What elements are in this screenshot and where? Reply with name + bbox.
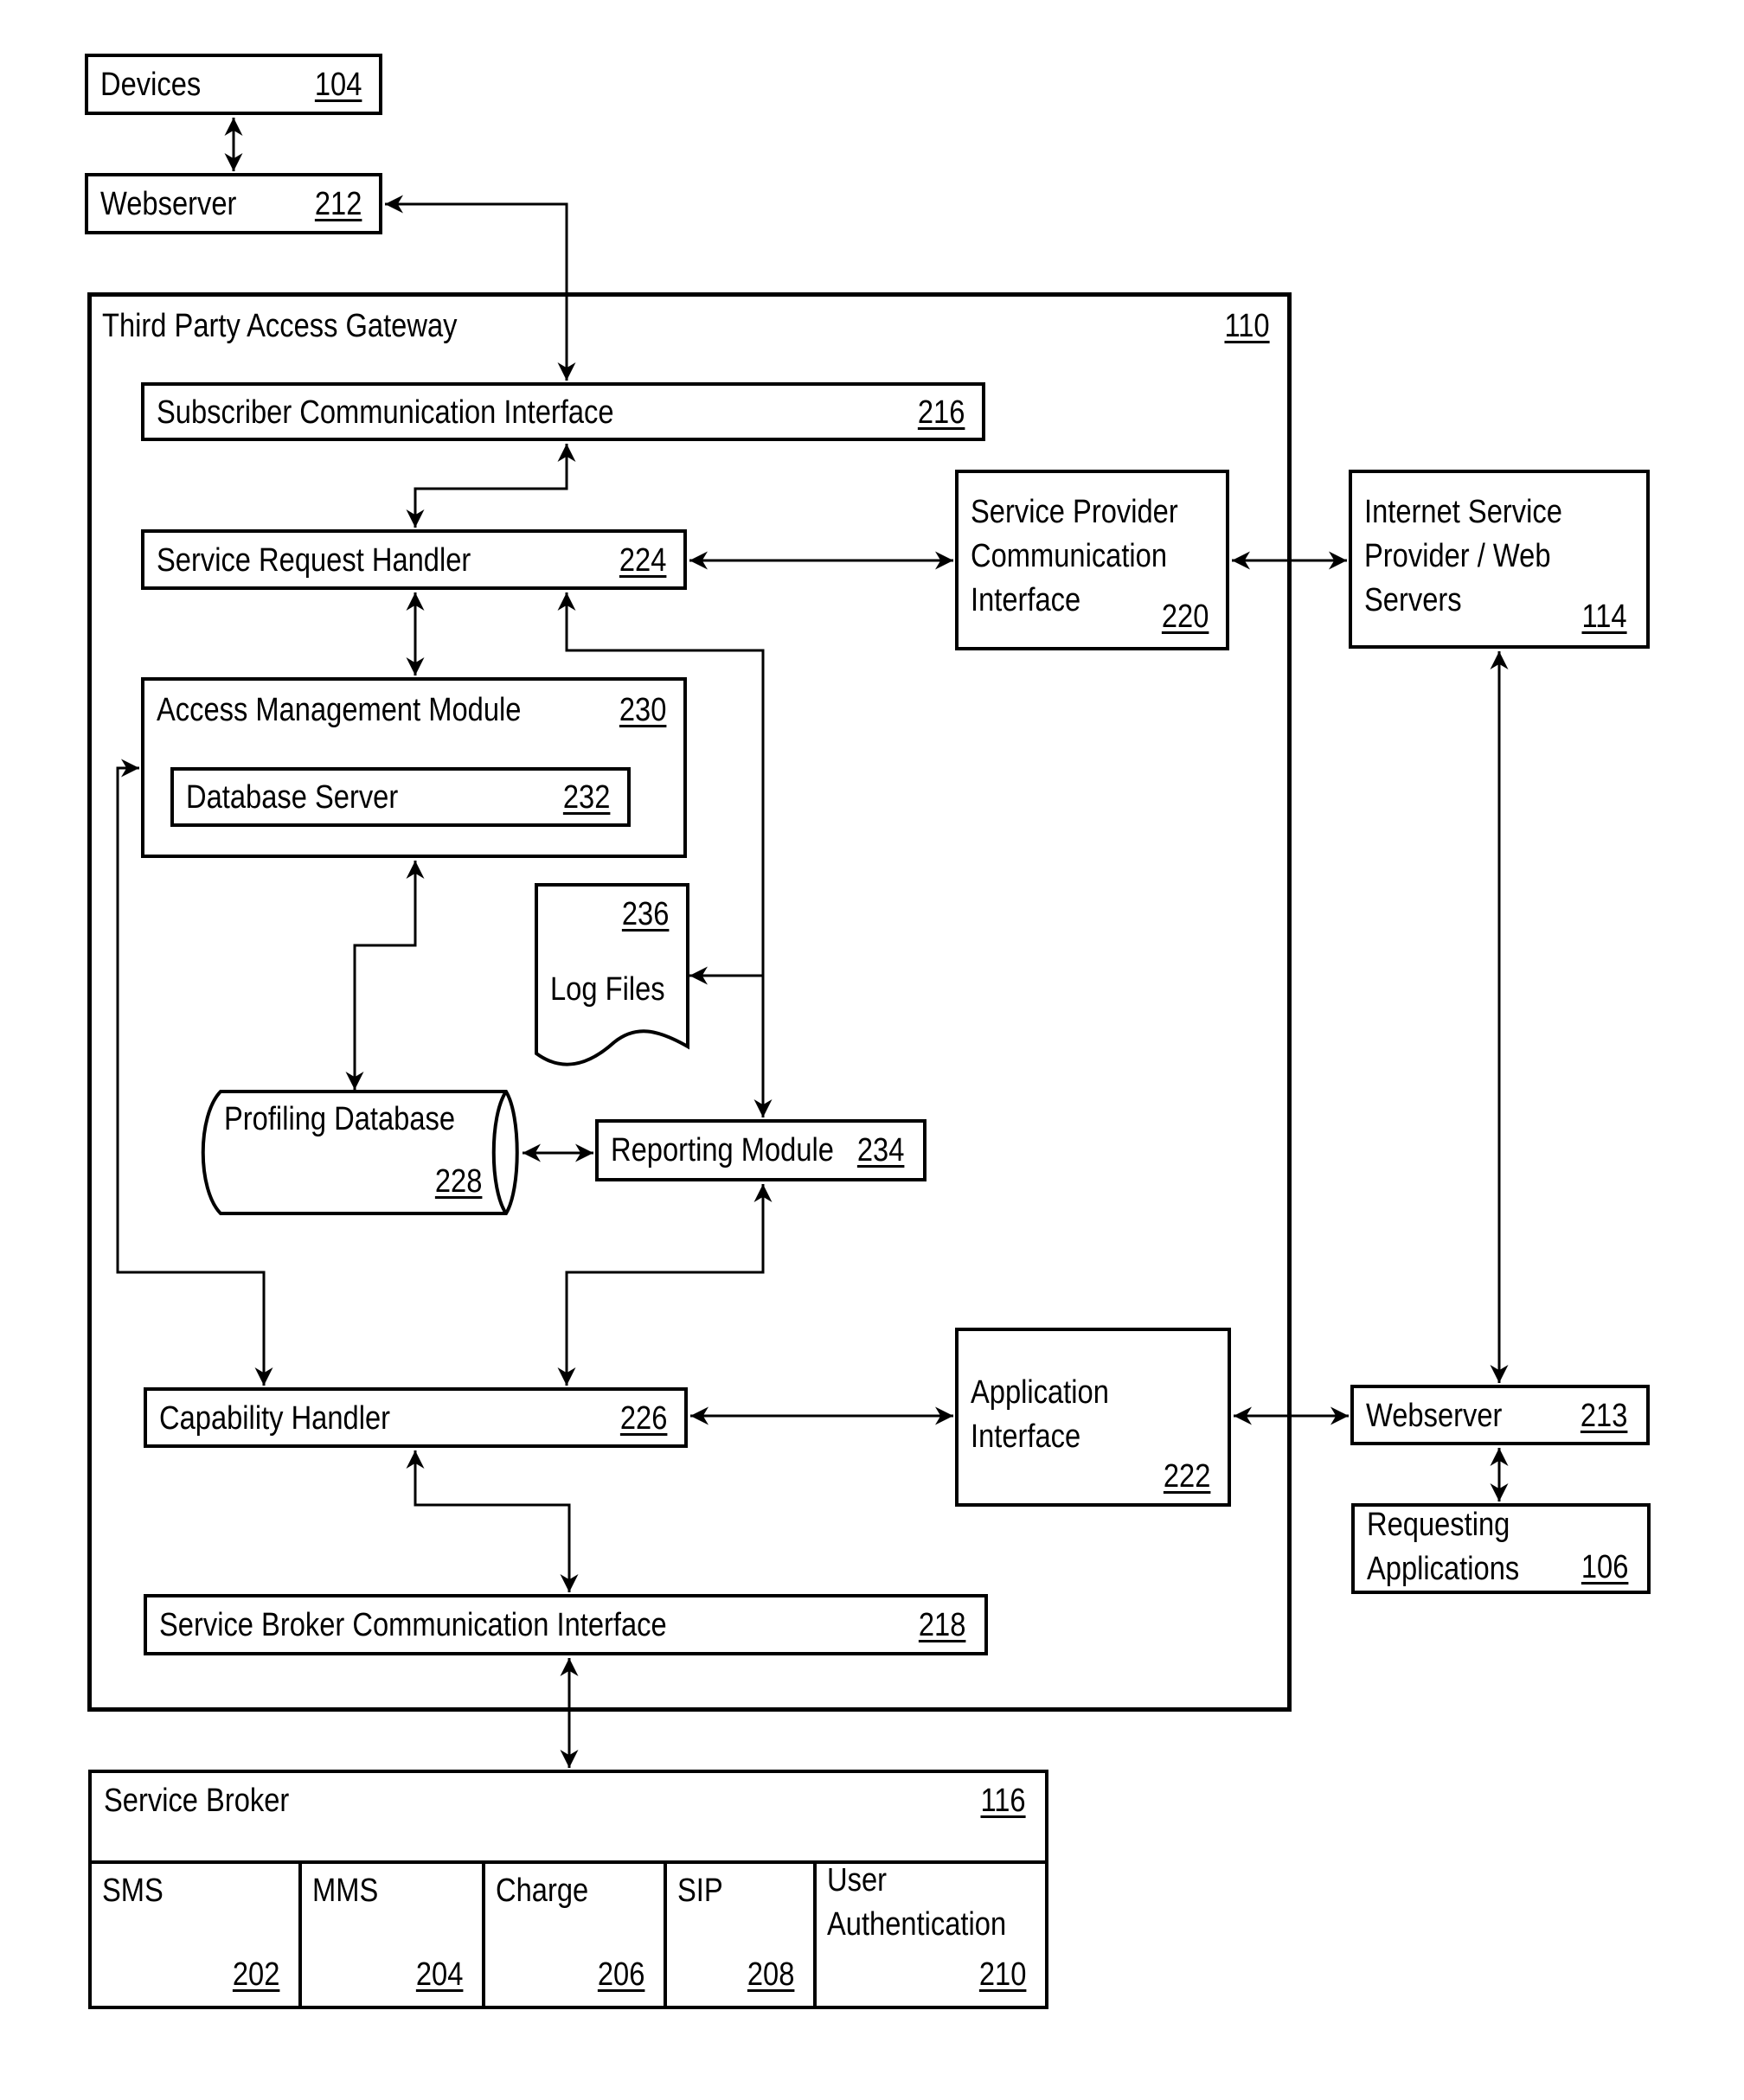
db-server-label: Database Server xyxy=(186,779,399,816)
access-management-module: Access Management Module 230 Database Se… xyxy=(141,677,687,858)
service-broker-ref: 116 xyxy=(980,1783,1026,1819)
profiling-db-ref: 228 xyxy=(434,1163,482,1200)
requesting-applications: Requesting Applications 106 xyxy=(1351,1503,1651,1594)
component-charge-label: Charge xyxy=(496,1873,589,1909)
reporting-module: Reporting Module 234 xyxy=(595,1119,926,1181)
subscriber-ci-ref: 216 xyxy=(917,394,965,431)
service-provider-communication-interface: Service Provider Communication Interface… xyxy=(955,470,1229,650)
component-sms-ref: 202 xyxy=(232,1956,279,1993)
gateway-ref: 110 xyxy=(1224,308,1270,344)
amm-ref: 230 xyxy=(619,692,666,728)
isp-ref: 114 xyxy=(1581,599,1627,635)
gateway-label: Third Party Access Gateway xyxy=(102,308,458,344)
service-broker-components: SMS 202 MMS 204 Charge 206 SIP 208 User … xyxy=(92,1860,1045,2009)
component-charge: Charge 206 xyxy=(482,1864,664,2009)
devices-box: Devices 104 xyxy=(85,54,382,115)
component-user-auth-ref: 210 xyxy=(978,1956,1026,1993)
component-charge-ref: 206 xyxy=(597,1956,644,1993)
webserver-213-ref: 213 xyxy=(1580,1398,1627,1434)
spci-ref: 220 xyxy=(1161,599,1209,635)
reporting-label: Reporting Module xyxy=(611,1132,834,1168)
component-sip: SIP 208 xyxy=(664,1864,813,2009)
webserver-213-label: Webserver xyxy=(1366,1398,1503,1434)
profiling-db-label: Profiling Database xyxy=(224,1101,456,1137)
amm-label: Access Management Module xyxy=(157,692,522,728)
capability-label: Capability Handler xyxy=(159,1400,391,1437)
spci-label: Service Provider Communication Interface xyxy=(971,494,1178,618)
webserver-212-label: Webserver xyxy=(100,186,237,222)
log-files-ref: 236 xyxy=(621,896,669,932)
component-mms-ref: 204 xyxy=(415,1956,463,1993)
log-files: 236 Log Files xyxy=(536,885,688,1066)
webserver-212-ref: 212 xyxy=(314,186,362,222)
component-sip-label: SIP xyxy=(677,1873,723,1909)
component-sms-label: SMS xyxy=(102,1873,164,1909)
component-user-authentication: User Authentication 210 xyxy=(813,1862,1045,2009)
devices-label: Devices xyxy=(100,67,202,103)
db-server-ref: 232 xyxy=(562,779,610,816)
webserver-213-box: Webserver 213 xyxy=(1350,1385,1650,1445)
app-interface-ref: 222 xyxy=(1163,1458,1210,1495)
component-mms: MMS 204 xyxy=(298,1864,482,2009)
internet-service-provider-web-servers: Internet Service Provider / Web Servers … xyxy=(1349,470,1650,649)
srh-label: Service Request Handler xyxy=(157,542,471,579)
app-interface-label: Application Interface xyxy=(971,1374,1109,1455)
component-sip-ref: 208 xyxy=(747,1956,794,1993)
component-mms-label: MMS xyxy=(312,1873,379,1909)
devices-ref: 104 xyxy=(314,67,362,103)
application-interface: Application Interface 222 xyxy=(955,1328,1231,1507)
profiling-database: Profiling Database 228 xyxy=(202,1092,520,1213)
requesting-apps-ref: 106 xyxy=(1580,1549,1628,1585)
srh-ref: 224 xyxy=(619,542,666,579)
service-broker: Service Broker 116 SMS 202 MMS 204 Charg… xyxy=(88,1770,1048,2009)
service-broker-label: Service Broker xyxy=(104,1783,290,1819)
isp-label: Internet Service Provider / Web Servers xyxy=(1364,494,1562,618)
capability-handler: Capability Handler 226 xyxy=(144,1387,688,1448)
service-broker-communication-interface: Service Broker Communication Interface 2… xyxy=(144,1594,988,1655)
subscriber-ci-label: Subscriber Communication Interface xyxy=(157,394,614,431)
component-user-auth-label: User Authentication xyxy=(827,1862,1007,1943)
service-request-handler: Service Request Handler 224 xyxy=(141,529,687,590)
database-server: Database Server 232 xyxy=(170,767,631,827)
log-files-label: Log Files xyxy=(550,971,665,1008)
component-sms: SMS 202 xyxy=(92,1864,298,2009)
reporting-ref: 234 xyxy=(856,1132,904,1168)
capability-ref: 226 xyxy=(619,1400,667,1437)
webserver-212-box: Webserver 212 xyxy=(85,173,382,234)
sbci-label: Service Broker Communication Interface xyxy=(159,1607,667,1643)
architecture-diagram: Devices 104 Webserver 212 Third Party Ac… xyxy=(0,0,1744,2100)
requesting-apps-label: Requesting Applications xyxy=(1367,1507,1520,1587)
sbci-ref: 218 xyxy=(918,1607,965,1643)
subscriber-communication-interface: Subscriber Communication Interface 216 xyxy=(141,382,985,441)
